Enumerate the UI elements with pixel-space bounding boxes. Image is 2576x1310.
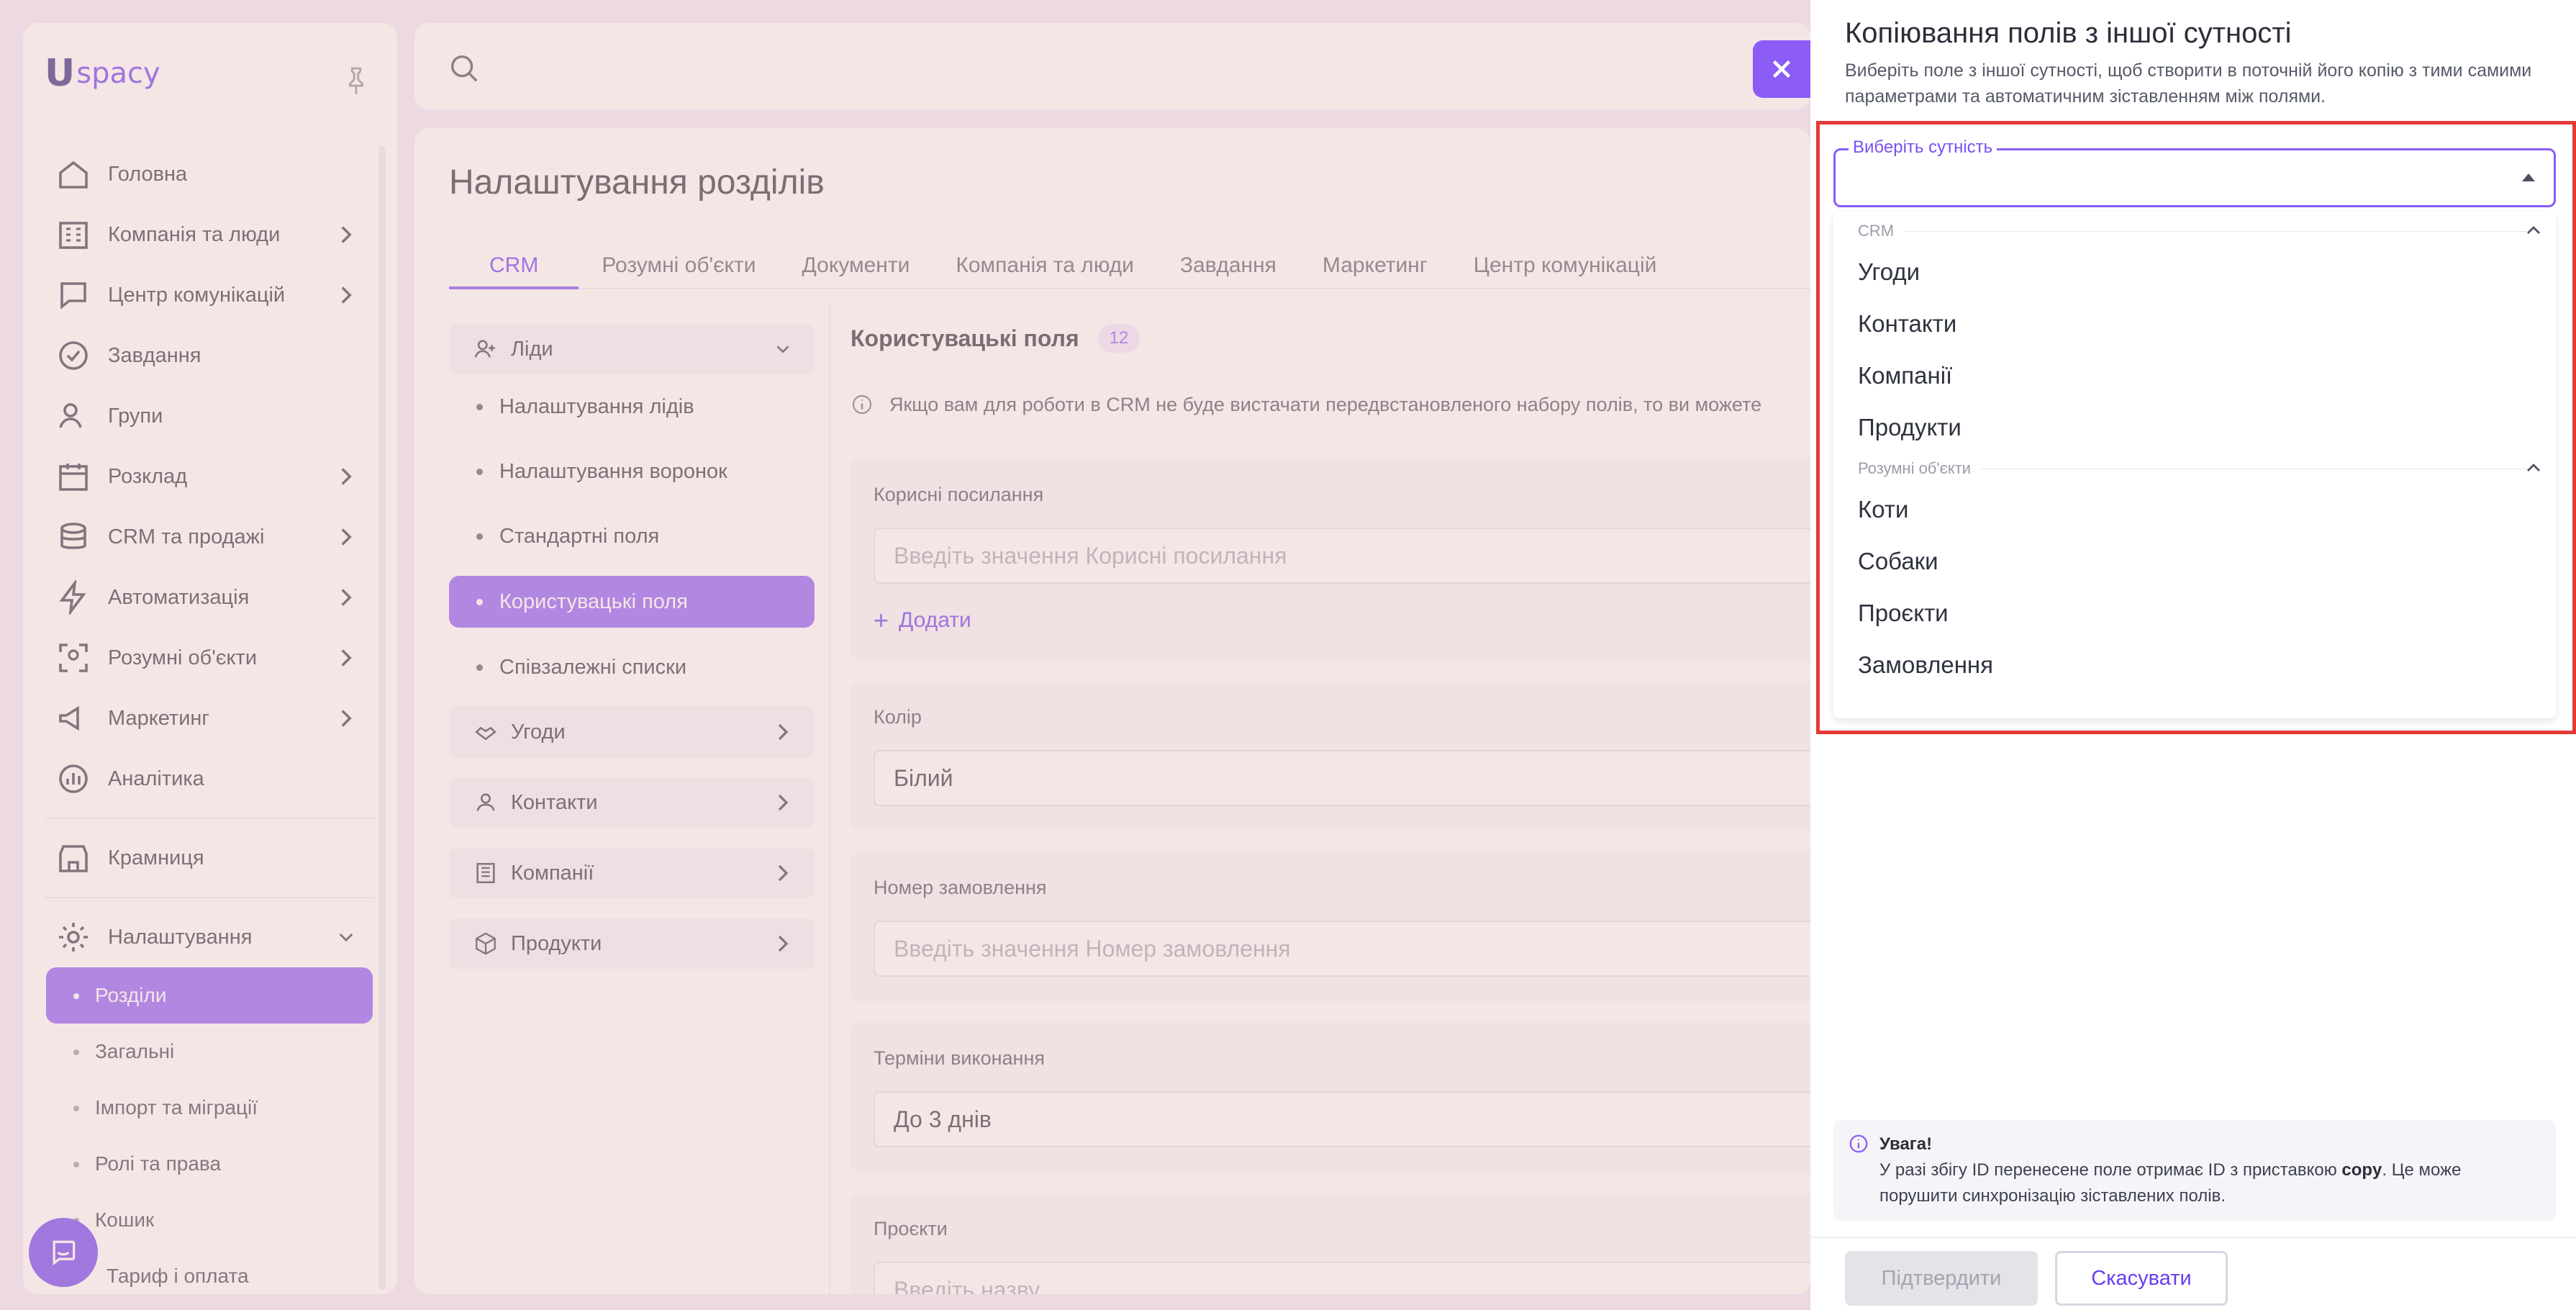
divider bbox=[1904, 230, 2530, 232]
chevron-up-icon[interactable] bbox=[2526, 225, 2541, 236]
copy-fields-drawer: Копіювання полів з іншої сутності Вибері… bbox=[1810, 0, 2576, 1310]
notice-title: Увага! bbox=[1879, 1134, 1933, 1154]
close-drawer-button[interactable] bbox=[1753, 40, 1810, 98]
info-icon bbox=[1849, 1134, 1868, 1153]
entity-dropdown: CRM Угоди Контакти Компанії Продукти Роз… bbox=[1833, 212, 2556, 718]
drawer-title: Копіювання полів з іншої сутності bbox=[1845, 17, 2292, 49]
modal-backdrop[interactable] bbox=[0, 0, 1810, 1310]
confirm-button[interactable]: Підтвердити bbox=[1845, 1251, 2038, 1306]
dropdown-option[interactable]: Коти bbox=[1833, 484, 2556, 536]
notice-bold: copy bbox=[2341, 1160, 2382, 1180]
drawer-subtitle: Виберіть поле з іншої сутності, щоб ство… bbox=[1845, 60, 2532, 107]
dropdown-option[interactable]: Контакти bbox=[1833, 298, 2556, 350]
dropdown-group-header[interactable]: Розумні об'єкти bbox=[1833, 453, 2556, 484]
dropdown-option[interactable]: Компанії bbox=[1833, 350, 2556, 402]
dropdown-option[interactable]: Замовлення bbox=[1833, 639, 2556, 691]
warning-notice: Увага! У разі збігу ID перенесене поле о… bbox=[1833, 1120, 2556, 1221]
dropdown-group-name: Розумні об'єкти bbox=[1858, 459, 1972, 477]
entity-select-label: Виберіть сутність bbox=[1849, 137, 1997, 158]
caret-up-icon[interactable] bbox=[2522, 173, 2535, 181]
entity-select[interactable]: Виберіть сутність bbox=[1833, 137, 2556, 207]
dropdown-option[interactable]: Собаки bbox=[1833, 536, 2556, 587]
dropdown-group-name: CRM bbox=[1858, 222, 1895, 240]
cancel-button[interactable]: Скасувати bbox=[2055, 1251, 2228, 1306]
dropdown-group-header[interactable]: CRM bbox=[1833, 216, 2556, 246]
close-icon bbox=[1772, 60, 1791, 78]
notice-text: У разі збігу ID перенесене поле отримає … bbox=[1879, 1160, 2337, 1180]
dropdown-option[interactable]: Продукти bbox=[1833, 402, 2556, 453]
footer-divider bbox=[1810, 1237, 2576, 1238]
dropdown-option[interactable]: Проєкти bbox=[1833, 587, 2556, 639]
chevron-up-icon[interactable] bbox=[2526, 462, 2541, 474]
dropdown-option[interactable]: Угоди bbox=[1833, 246, 2556, 298]
